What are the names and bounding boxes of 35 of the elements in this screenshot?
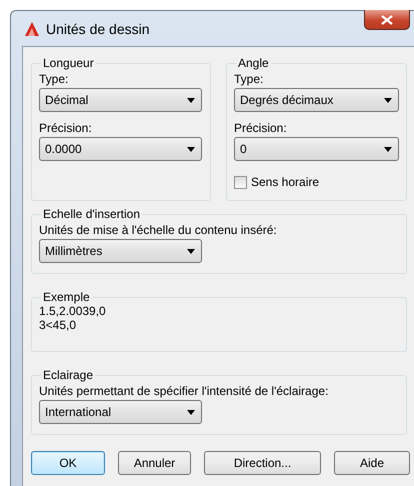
caret-icon bbox=[187, 410, 195, 414]
field-label: Unités de mise à l'échelle du contenu inséré: bbox=[39, 223, 278, 237]
checkbox[interactable] bbox=[234, 176, 247, 188]
close-icon bbox=[381, 14, 393, 24]
dialog-button[interactable]: OK bbox=[31, 451, 105, 475]
group-title: Longueur bbox=[42, 56, 95, 70]
field-label: Type: bbox=[39, 72, 70, 86]
group-title: Echelle d'insertion bbox=[42, 207, 142, 221]
field-label: Précision: bbox=[234, 121, 288, 135]
sample-text: 3<45,0 bbox=[39, 318, 78, 332]
window-title: Unités de dessin bbox=[46, 22, 150, 36]
field-label: Type: bbox=[234, 72, 264, 86]
group-title: Eclairage bbox=[42, 368, 94, 382]
caret-icon bbox=[187, 146, 195, 152]
dialog-button[interactable]: Aide bbox=[334, 451, 410, 475]
caret-icon bbox=[384, 146, 392, 152]
dropdown[interactable]: Millimètres bbox=[39, 239, 202, 263]
dropdown[interactable]: 0 bbox=[234, 137, 399, 161]
dialog-button[interactable]: Direction... bbox=[204, 451, 321, 475]
group-title: Angle bbox=[237, 56, 270, 70]
sample-text: 1.5,2.0039,0 bbox=[39, 304, 107, 318]
close-button[interactable] bbox=[364, 10, 410, 30]
dropdown[interactable]: Degrés décimaux bbox=[234, 88, 399, 112]
dropdown[interactable]: Décimal bbox=[39, 88, 202, 112]
caret-icon bbox=[187, 98, 195, 102]
field-label: Précision: bbox=[39, 121, 93, 135]
group-title: Exemple bbox=[42, 290, 91, 304]
caret-icon bbox=[384, 98, 392, 102]
caret-icon bbox=[187, 248, 195, 254]
dropdown[interactable]: International bbox=[39, 400, 202, 424]
field-label: Unités permettant de spécifier l'intensité de l'éclairage: bbox=[39, 384, 330, 398]
dialog-button[interactable]: Annuler bbox=[118, 451, 191, 475]
app-logo-icon bbox=[24, 20, 40, 36]
dropdown[interactable]: 0.0000 bbox=[39, 137, 202, 161]
checkbox-label: Sens horaire bbox=[251, 175, 320, 189]
